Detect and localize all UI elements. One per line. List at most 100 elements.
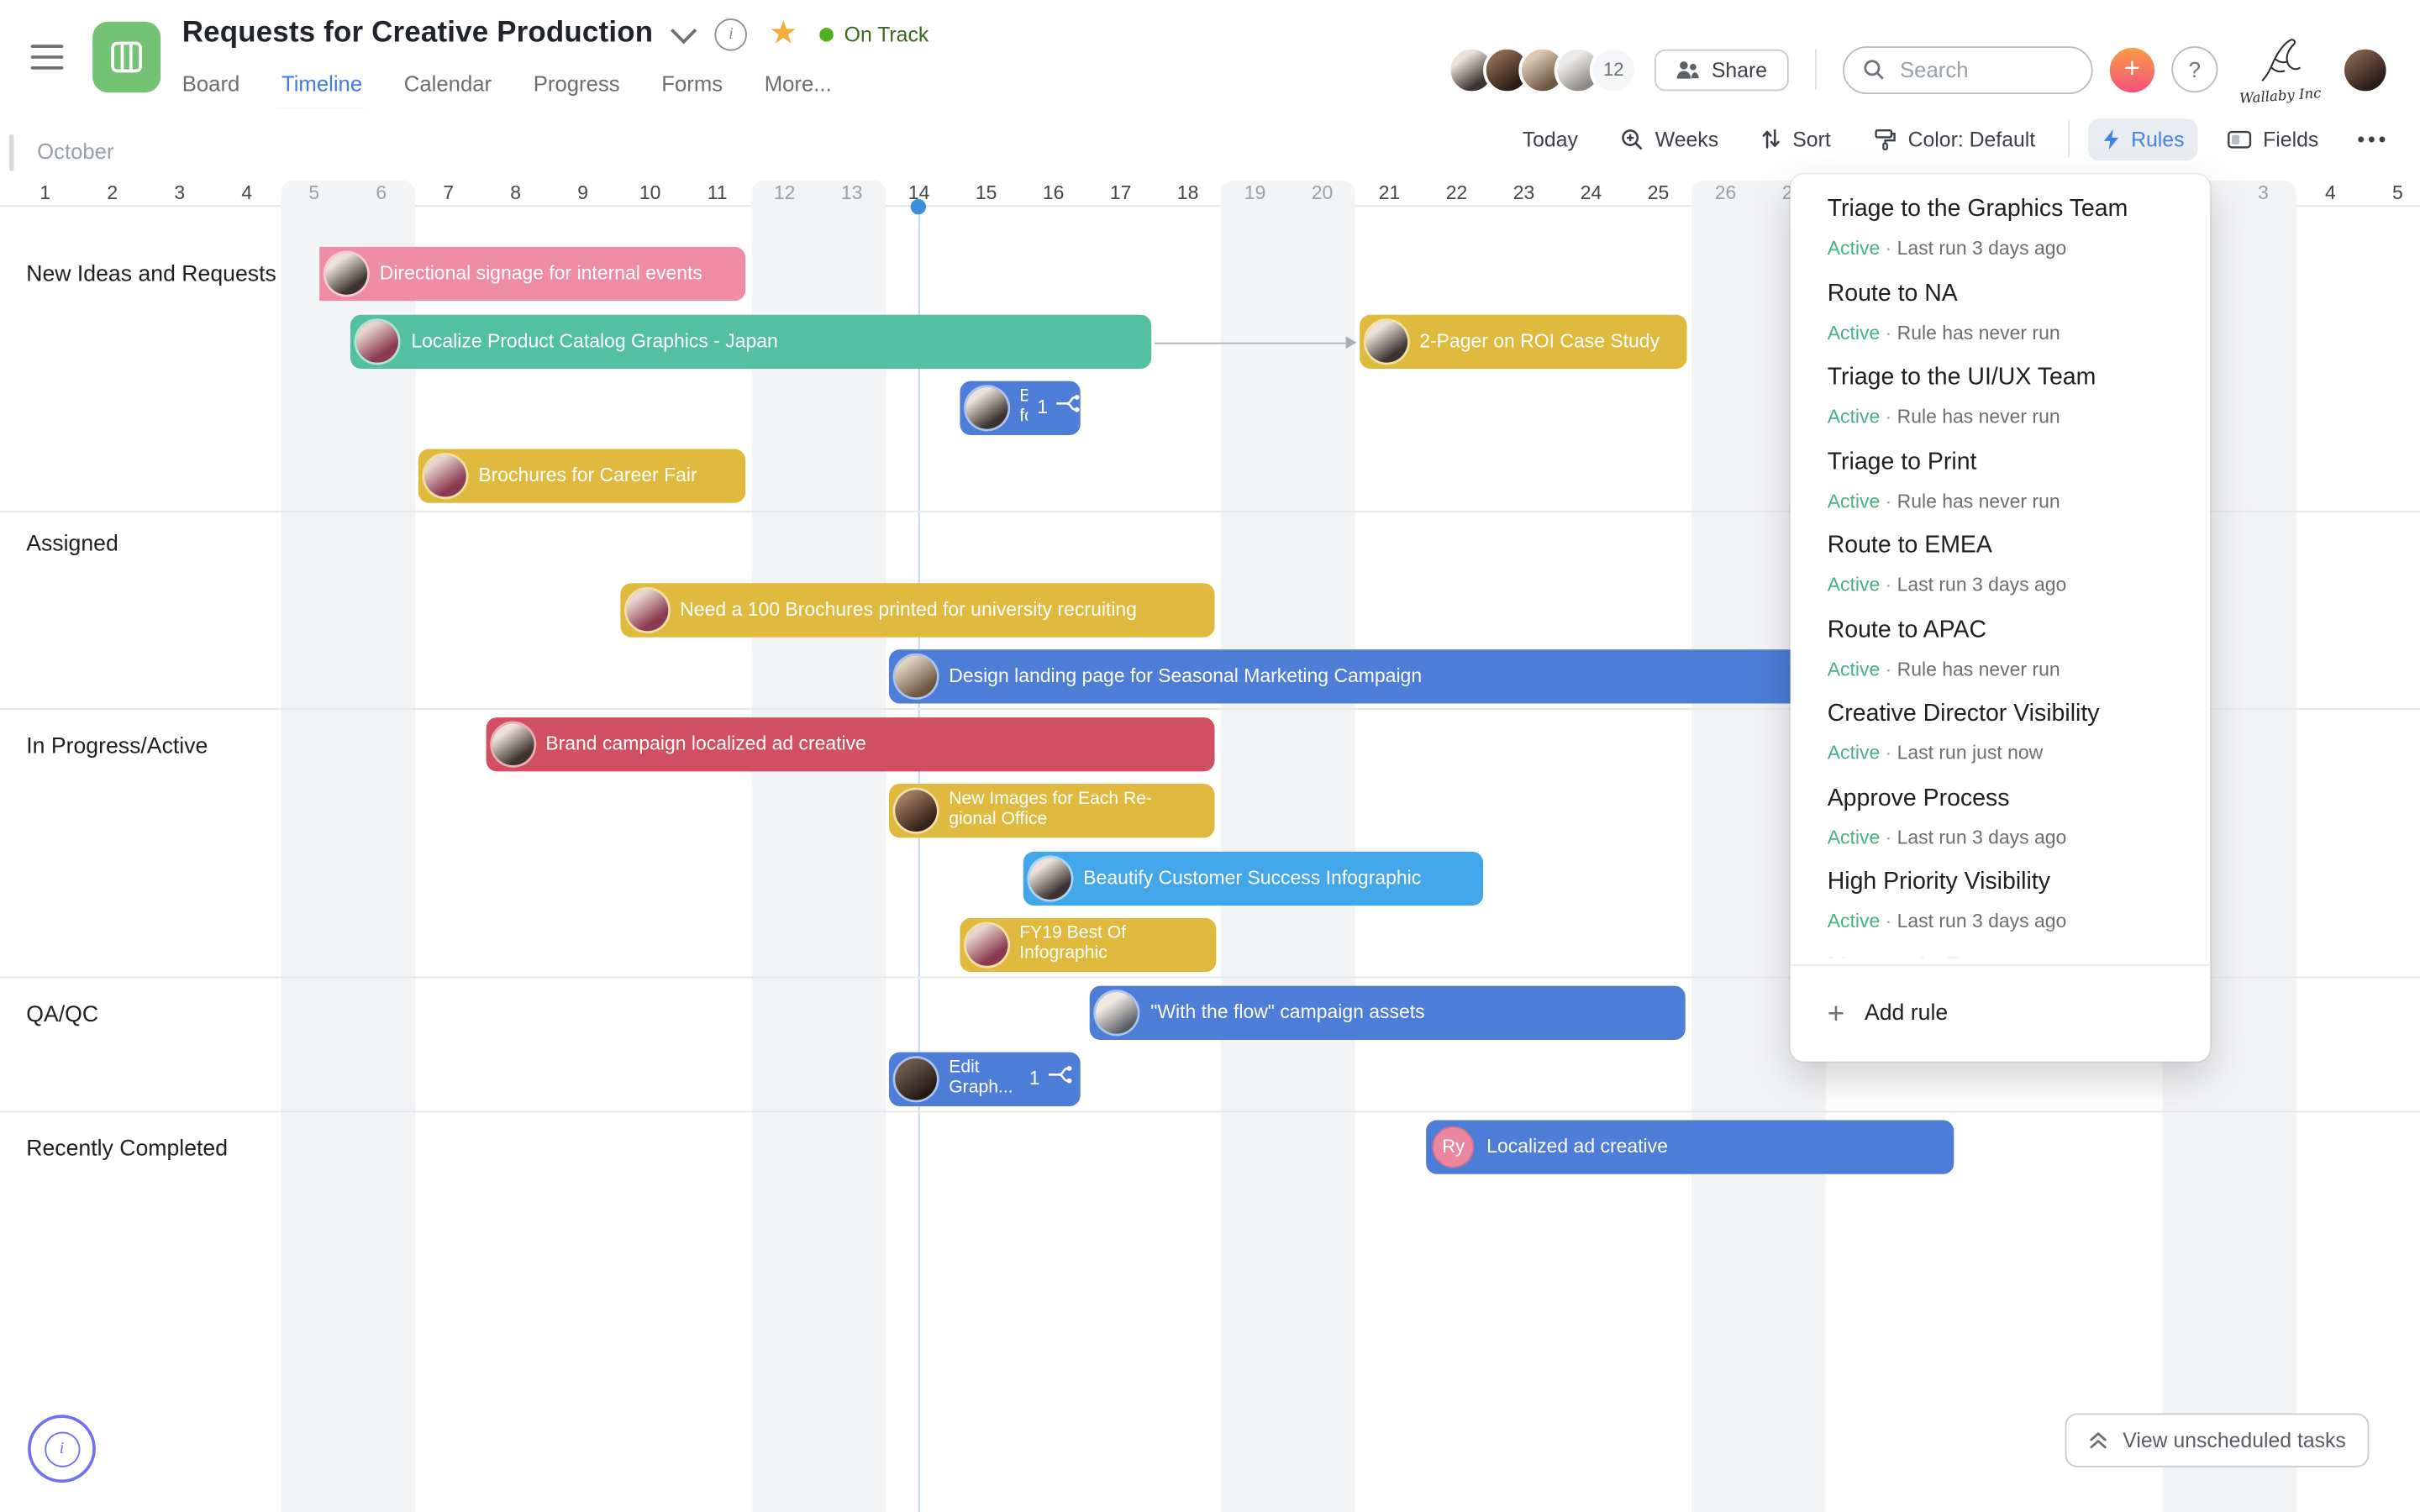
day-header[interactable]: 6 — [348, 181, 415, 205]
rule-item[interactable]: Creative Director Visibility Active · Las… — [1828, 699, 2180, 783]
day-header[interactable]: 9 — [550, 181, 617, 205]
task-bar[interactable]: Localize Product Catalog Graphics - Japa… — [350, 314, 1151, 369]
sort-arrows-icon — [1763, 129, 1781, 149]
rule-item[interactable]: Route to APAC Active · Rule has never run — [1828, 615, 2180, 699]
rule-item[interactable]: Approve Process Active · Last run 3 days … — [1828, 783, 2180, 867]
task-bar[interactable]: Design landing page for Seasonal Marketi… — [888, 649, 1840, 703]
tab-board[interactable]: Board — [182, 71, 240, 109]
day-header[interactable]: 11 — [684, 181, 751, 205]
app-window: 1 2 3 4 5 6 7 8 9 10 11 12 13 14 15 16 17 18 19 20 21 22 23 24 2… — [0, 0, 2420, 1512]
task-bar[interactable]: Edit Graph... 1 — [888, 1052, 1081, 1106]
member-count-badge[interactable]: 12 — [1589, 45, 1638, 94]
rule-status-separator: · — [1880, 406, 1897, 428]
tab-forms[interactable]: Forms — [661, 71, 723, 109]
weekend-band — [1221, 180, 1356, 1512]
member-avatar-stack[interactable]: 12 — [1447, 45, 1638, 94]
day-header[interactable]: 2 — [79, 181, 146, 205]
day-header[interactable]: 7 — [415, 181, 482, 205]
task-bar[interactable]: Directional signage for internal events — [319, 246, 746, 301]
rule-status-active: Active — [1827, 406, 1881, 428]
share-button[interactable]: Share — [1654, 48, 1789, 91]
overflow-menu-button[interactable]: ••• — [2348, 118, 2398, 160]
day-header[interactable]: 5 — [281, 181, 348, 205]
day-header[interactable]: 3 — [2229, 181, 2296, 205]
day-header[interactable]: 4 — [213, 181, 281, 205]
rule-name: Triage to Print — [1827, 448, 1977, 475]
tab-progress[interactable]: Progress — [534, 71, 620, 109]
today-button[interactable]: Today — [1508, 118, 1591, 160]
day-header[interactable]: 10 — [617, 181, 684, 205]
lightning-bolt-icon — [2103, 128, 2118, 150]
rule-status-line: Active · Last run 3 days ago — [1828, 825, 2180, 851]
zoom-level-button[interactable]: Weeks — [1607, 118, 1733, 160]
search-box[interactable] — [1843, 45, 2093, 94]
rule-item[interactable]: High Priority Visibility Active · Last ru… — [1828, 867, 2180, 951]
task-bar[interactable]: 2-Pager on ROI Case Study — [1359, 314, 1687, 369]
day-header[interactable]: 16 — [1020, 181, 1087, 205]
assignee-avatar — [894, 655, 937, 697]
chevron-down-icon[interactable] — [671, 18, 697, 45]
day-header[interactable]: 12 — [751, 181, 818, 205]
rule-item[interactable]: Triage to the Graphics Team Active · Last… — [1828, 194, 2180, 278]
task-bar[interactable]: Brochures for Career Fair — [418, 449, 746, 502]
task-bar[interactable]: Bfo 1 — [959, 381, 1081, 435]
view-unscheduled-label: View unscheduled tasks — [2123, 1428, 2346, 1452]
day-header[interactable]: 18 — [1155, 181, 1222, 205]
task-bar[interactable]: Need a 100 Brochures printed for univers… — [619, 583, 1215, 637]
rule-name: Triage to the Graphics Team — [1827, 196, 2128, 223]
day-header[interactable]: 13 — [818, 181, 886, 205]
day-header[interactable]: 3 — [146, 181, 213, 205]
help-button[interactable]: ? — [2171, 46, 2218, 93]
task-bar[interactable]: Brand campaign localized ad creative — [485, 717, 1215, 771]
rule-status-active: Active — [1827, 742, 1881, 764]
rule-status-active: Active — [1827, 826, 1881, 848]
rule-item[interactable]: Triage to the UI/UX Team Active · Rule ha… — [1828, 363, 2180, 447]
color-button[interactable]: Color: Default — [1860, 118, 2049, 160]
favorite-star-icon[interactable]: ★ — [769, 17, 798, 50]
assignee-avatar — [1365, 320, 1407, 363]
status-badge[interactable]: On Track — [819, 23, 929, 45]
timeline-info-button[interactable]: i — [28, 1415, 96, 1483]
day-header[interactable]: 23 — [1491, 181, 1558, 205]
day-header[interactable]: 20 — [1289, 181, 1356, 205]
task-bar[interactable]: Ry Localized ad creative — [1426, 1120, 1954, 1173]
task-bar[interactable]: New Images for Each Re-gional Office — [888, 784, 1215, 837]
day-header[interactable]: 26 — [1692, 181, 1760, 205]
day-header[interactable]: 25 — [1625, 181, 1692, 205]
day-header[interactable]: 1 — [12, 181, 79, 205]
day-header[interactable]: 21 — [1356, 181, 1423, 205]
day-header[interactable]: 4 — [2296, 181, 2364, 205]
day-header[interactable]: 22 — [1423, 181, 1491, 205]
day-header[interactable]: 15 — [953, 181, 1020, 205]
tab-timeline[interactable]: Timeline — [275, 71, 370, 113]
task-bar[interactable]: Beautify Customer Success Infographic — [1023, 851, 1484, 906]
rule-name: Creative Director Visibility — [1827, 700, 2100, 727]
rule-item[interactable]: Route to EMEA Active · Last run 3 days ag… — [1828, 531, 2180, 615]
day-header[interactable]: 5 — [2364, 181, 2420, 205]
user-avatar[interactable] — [2344, 48, 2386, 91]
view-unscheduled-tasks-button[interactable]: View unscheduled tasks — [2065, 1413, 2370, 1467]
task-bar[interactable]: FY19 Best Of Infographic — [959, 917, 1217, 972]
sort-button[interactable]: Sort — [1748, 118, 1844, 160]
create-button[interactable]: + — [2109, 47, 2155, 92]
tab-calendar[interactable]: Calendar — [404, 71, 492, 109]
rule-status-active: Active — [1827, 237, 1881, 260]
fields-button[interactable]: Fields — [2213, 118, 2332, 160]
task-bar[interactable]: "With the flow" campaign assets — [1090, 985, 1686, 1040]
day-header[interactable]: 24 — [1558, 181, 1625, 205]
rule-status-separator: · — [1880, 321, 1897, 344]
month-boundary-tick — [9, 134, 14, 171]
rules-button[interactable]: Rules — [2087, 118, 2198, 160]
day-header[interactable]: 17 — [1087, 181, 1155, 205]
page-title: Requests for Creative Production — [182, 17, 654, 50]
add-rule-button[interactable]: + Add rule — [1790, 963, 2211, 1062]
day-header[interactable]: 19 — [1222, 181, 1289, 205]
day-header[interactable]: 8 — [482, 181, 550, 205]
project-info-icon[interactable]: i — [714, 18, 748, 50]
search-input[interactable] — [1897, 55, 2058, 84]
rule-item[interactable]: Route to NA Active · Rule has never run — [1828, 279, 2180, 363]
project-board-icon[interactable] — [92, 21, 161, 93]
rule-item[interactable]: Triage to Print Active · Rule has never r… — [1828, 447, 2180, 531]
sidebar-menu-icon[interactable] — [30, 45, 64, 71]
tab-more[interactable]: More... — [765, 71, 832, 109]
